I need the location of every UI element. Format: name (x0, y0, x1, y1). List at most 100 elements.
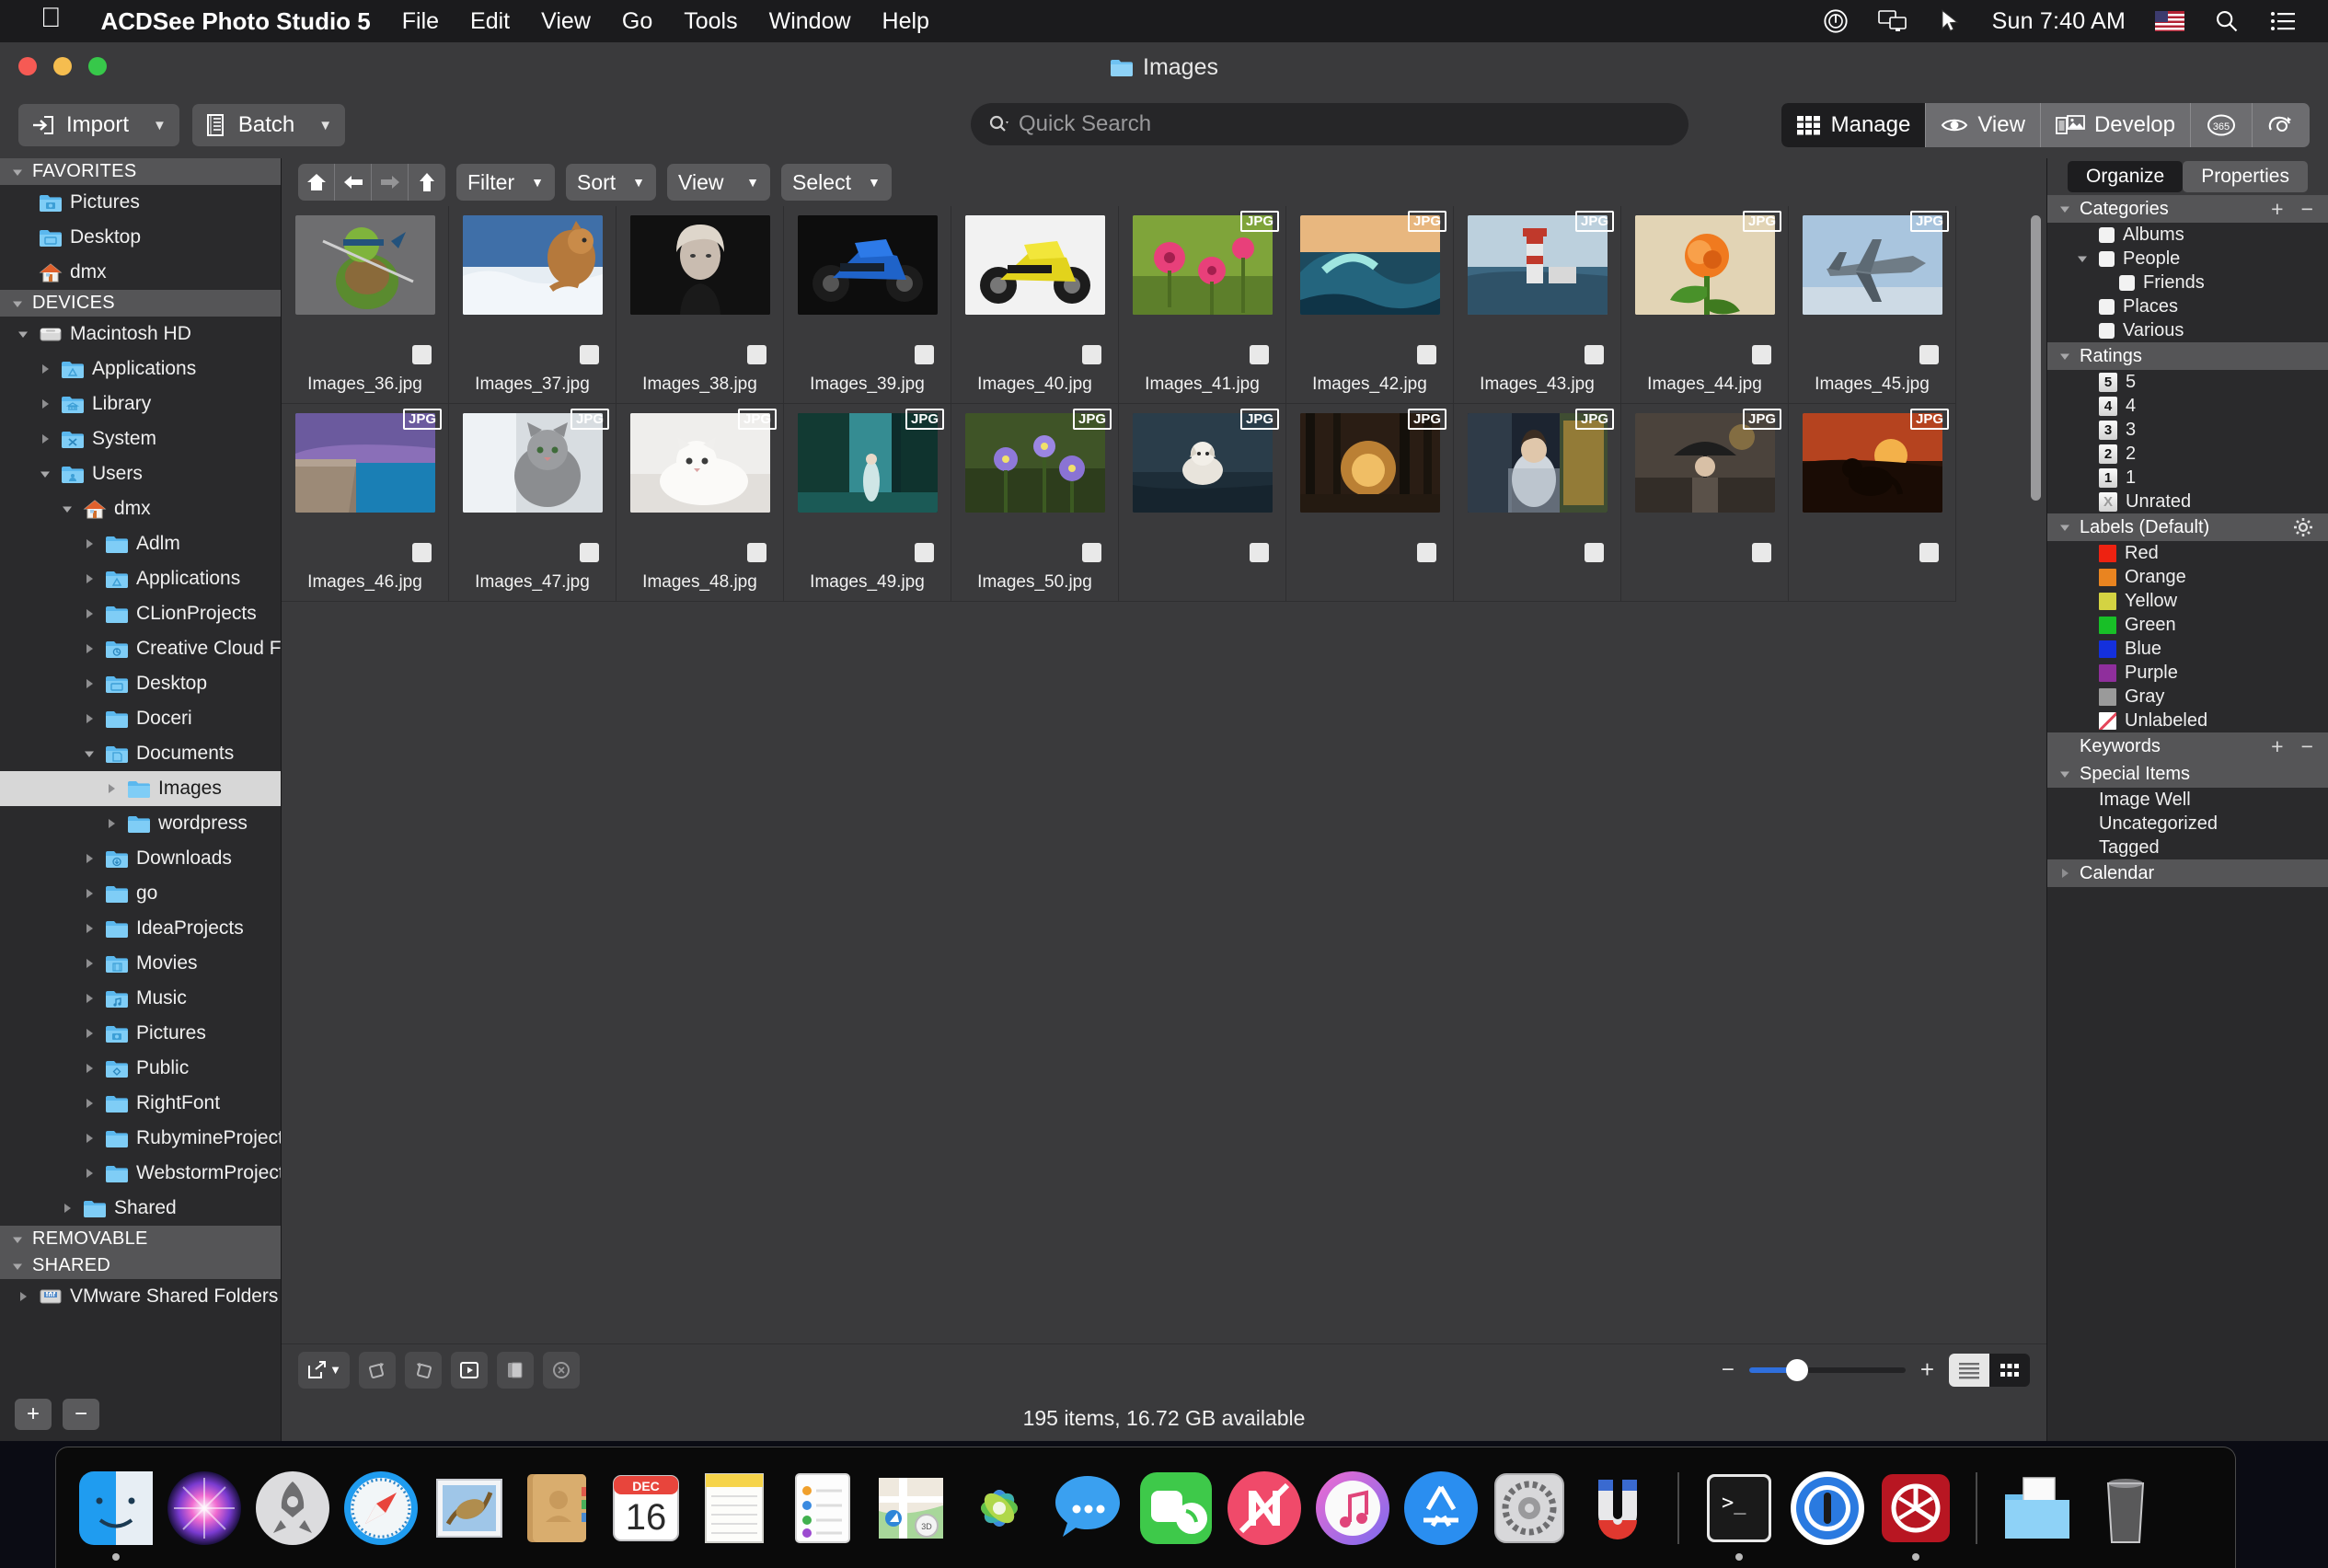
thumbnail-cell[interactable]: JPG Images_49.jpg (784, 404, 951, 602)
select-checkbox[interactable] (1082, 543, 1101, 562)
dock-item-maps[interactable]: 3D (871, 1469, 951, 1548)
mode-view[interactable]: View (1926, 103, 2041, 147)
thumbnail-cell[interactable]: JPG Images_45.jpg (1789, 206, 1956, 404)
disclosure-triangle-icon[interactable] (81, 920, 98, 937)
forward-arrow-icon[interactable] (372, 164, 409, 201)
disclosure-triangle-icon[interactable] (81, 605, 98, 622)
sidebar-item-vmware-shared-folders[interactable]: VMware Shared Folders (0, 1279, 281, 1314)
dock-item-calendar[interactable]: DEC 16 (606, 1469, 686, 1548)
sidebar-item-images[interactable]: Images (0, 771, 281, 806)
select-checkbox[interactable] (747, 345, 766, 364)
organize-row-uncategorized[interactable]: Uncategorized (2047, 812, 2328, 836)
thumbnail-cell[interactable]: Images_39.jpg (784, 206, 951, 404)
sidebar-item-clionprojects[interactable]: CLionProjects (0, 596, 281, 631)
menu-item-window[interactable]: Window (754, 8, 867, 35)
select-checkbox[interactable] (1585, 543, 1604, 562)
dock-item-launchpad[interactable] (253, 1469, 332, 1548)
thumbnail-cell[interactable]: JPG (1119, 404, 1286, 602)
select-checkbox[interactable] (747, 543, 766, 562)
us-flag-icon[interactable] (2140, 11, 2199, 31)
add-button[interactable]: + (2265, 198, 2288, 220)
thumbnail-image[interactable] (294, 215, 435, 315)
select-checkbox[interactable] (1752, 543, 1771, 562)
dock-item-finder[interactable] (76, 1469, 156, 1561)
rotate-left-icon[interactable] (405, 1351, 442, 1389)
label-swatch[interactable] (2099, 592, 2116, 610)
sidebar-item-adlm[interactable]: Adlm (0, 526, 281, 561)
sidebar-item-desktop[interactable]: Desktop (0, 666, 281, 701)
tab-properties[interactable]: Properties (2183, 161, 2308, 192)
organize-row-unlabeled[interactable]: Unlabeled (2047, 709, 2328, 732)
disclosure-triangle-icon[interactable] (81, 1165, 98, 1182)
select-checkbox[interactable] (1585, 345, 1604, 364)
thumbnail-cell[interactable]: JPG Images_46.jpg (282, 404, 449, 602)
disclosure-triangle-icon[interactable] (37, 361, 53, 377)
menu-app-name[interactable]: ACDSee Photo Studio 5 (86, 7, 386, 36)
category-checkbox[interactable] (2119, 274, 2135, 291)
thumbnail-image[interactable] (462, 215, 603, 315)
disclosure-triangle-icon[interactable] (81, 1060, 98, 1077)
sidebar-item-public[interactable]: Public (0, 1051, 281, 1086)
disclosure-triangle-icon[interactable] (59, 501, 75, 517)
section-header-ratings[interactable]: Ratings (2047, 342, 2328, 370)
sidebar-item-music[interactable]: Music (0, 981, 281, 1016)
mode-shutter[interactable] (2253, 103, 2310, 147)
organize-row-4[interactable]: 44 (2047, 394, 2328, 418)
organize-row-1[interactable]: 11 (2047, 466, 2328, 490)
menu-item-go[interactable]: Go (606, 8, 668, 35)
dock-item-1password[interactable] (1788, 1469, 1867, 1548)
power-icon[interactable] (1808, 8, 1863, 34)
mode-manage[interactable]: Manage (1781, 103, 1927, 147)
organize-row-yellow[interactable]: Yellow (2047, 589, 2328, 613)
sidebar-item-downloads[interactable]: Downloads (0, 841, 281, 876)
thumbnail-cell[interactable]: Images_36.jpg (282, 206, 449, 404)
rating-swatch[interactable]: X (2099, 491, 2117, 512)
disclosure-triangle-icon[interactable] (2057, 865, 2073, 882)
open-with-icon[interactable]: ▼ (298, 1351, 350, 1389)
sidebar-item-applications[interactable]: Applications (0, 352, 281, 386)
menu-item-edit[interactable]: Edit (455, 8, 525, 35)
dock-item-reminders[interactable] (783, 1469, 862, 1548)
zoom-out-button[interactable]: − (1722, 1357, 1734, 1383)
thumbnail-view-icon[interactable] (1989, 1353, 2030, 1387)
section-header-labels-default-[interactable]: Labels (Default) (2047, 513, 2328, 541)
spotlight-search-icon[interactable] (2199, 8, 2254, 34)
rating-swatch[interactable]: 2 (2099, 444, 2117, 464)
organize-row-2[interactable]: 22 (2047, 442, 2328, 466)
dock-item-system-preferences[interactable] (1490, 1469, 1569, 1548)
select-checkbox[interactable] (412, 543, 432, 562)
sidebar-group-removable[interactable]: REMOVABLE (0, 1226, 281, 1252)
disclosure-triangle-icon[interactable] (81, 955, 98, 972)
thumbnail-grid[interactable]: Images_36.jpg Images_37.jpg Images_38.jpg I… (282, 206, 2046, 602)
disclosure-triangle-icon[interactable] (2057, 348, 2073, 364)
dock-item-itunes[interactable] (1313, 1469, 1392, 1548)
rating-swatch[interactable]: 1 (2099, 467, 2117, 488)
dock-item-facetime[interactable] (1136, 1469, 1216, 1548)
dock-item-mail[interactable] (430, 1469, 509, 1548)
organize-row-various[interactable]: Various (2047, 318, 2328, 342)
add-favorite-button[interactable]: + (15, 1399, 52, 1430)
compare-icon[interactable] (497, 1351, 534, 1389)
section-header-calendar[interactable]: Calendar (2047, 859, 2328, 887)
sidebar-item-dmx[interactable]: dmx (0, 491, 281, 526)
batch-button[interactable]: Batch ▼ (191, 104, 346, 146)
thumbnail-cell[interactable]: JPG Images_44.jpg (1621, 206, 1789, 404)
sidebar-item-rightfont[interactable]: RightFont (0, 1086, 281, 1121)
select-checkbox[interactable] (1752, 345, 1771, 364)
organize-row-blue[interactable]: Blue (2047, 637, 2328, 661)
menu-item-help[interactable]: Help (867, 8, 945, 35)
disclosure-triangle-icon[interactable] (15, 1288, 31, 1305)
rating-swatch[interactable]: 3 (2099, 420, 2117, 440)
organize-row-gray[interactable]: Gray (2047, 685, 2328, 709)
sidebar-tree[interactable]: FAVORITES Pictures Desktop dmx DEVICES Ma… (0, 158, 281, 1388)
organize-row-orange[interactable]: Orange (2047, 565, 2328, 589)
select-checkbox[interactable] (580, 543, 599, 562)
label-swatch[interactable] (2099, 544, 2116, 562)
category-checkbox[interactable] (2099, 298, 2115, 315)
thumbnail-cell[interactable]: JPG Images_42.jpg (1286, 206, 1454, 404)
organize-row-red[interactable]: Red (2047, 541, 2328, 565)
thumbnail-cell[interactable]: Images_38.jpg (617, 206, 784, 404)
sidebar-item-go[interactable]: go (0, 876, 281, 911)
disclosure-triangle-icon[interactable] (81, 990, 98, 1007)
menu-item-file[interactable]: File (386, 8, 455, 35)
